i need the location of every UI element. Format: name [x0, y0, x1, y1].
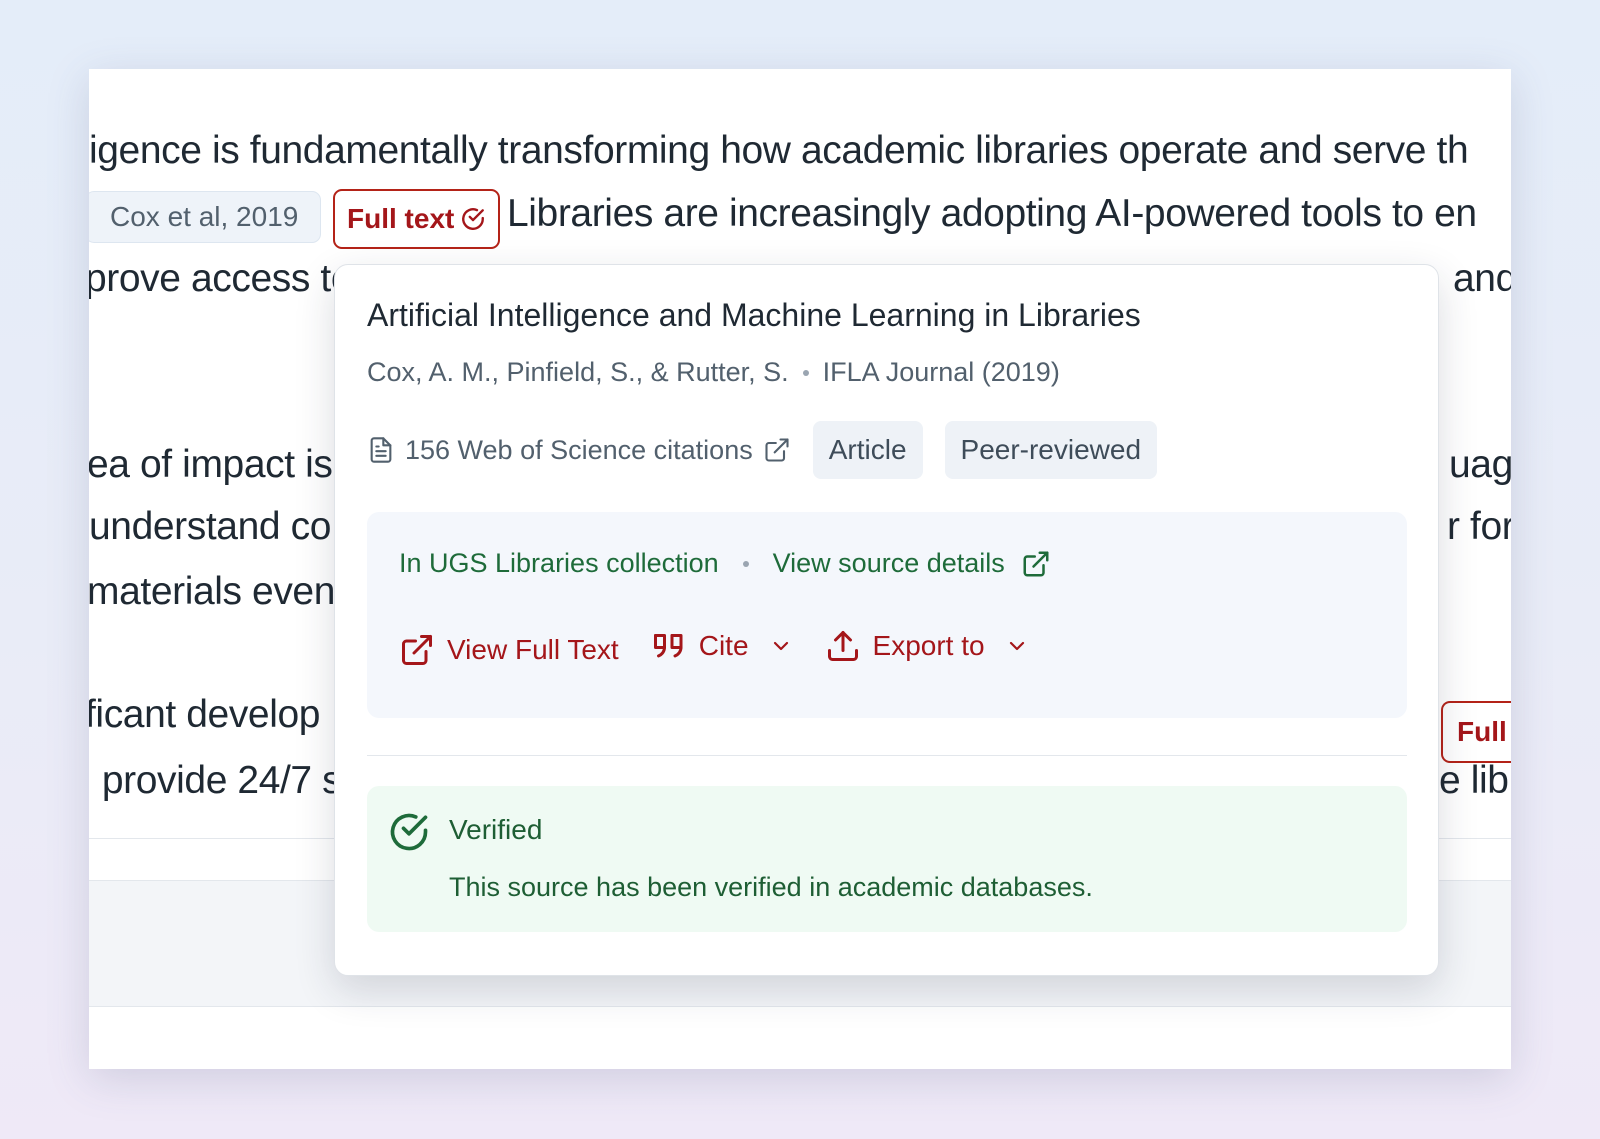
external-link-icon: [399, 632, 435, 668]
body-line-6: materials even: [89, 570, 336, 613]
verified-title: Verified: [449, 814, 543, 845]
action-bar: View Full Text Cite Export to: [399, 624, 1061, 668]
source-meta: 156 Web of Science citations Article Pee…: [367, 421, 1179, 479]
citations-link[interactable]: 156 Web of Science citations: [367, 435, 791, 466]
check-circle-icon: [460, 206, 486, 232]
body-line-1: igence is fundamentally transforming how…: [89, 129, 1469, 172]
document-icon: [367, 435, 395, 465]
export-button[interactable]: Export to: [825, 628, 1029, 664]
quote-icon: [651, 628, 687, 664]
citations-count: 156 Web of Science citations: [405, 434, 753, 465]
external-link-icon: [763, 436, 791, 464]
external-link-icon: [1021, 549, 1051, 579]
view-full-text-label: View Full Text: [447, 634, 619, 665]
separator-dot: [742, 560, 749, 567]
verified-panel: Verified This source has been verified i…: [367, 786, 1407, 932]
body-line-7: ficant develop: [89, 693, 321, 736]
verified-description: This source has been verified in academi…: [449, 872, 1093, 902]
body-line-3-end: and: [1453, 257, 1511, 300]
tag-article: Article: [812, 421, 923, 479]
chevron-down-icon: [769, 634, 793, 658]
export-label: Export to: [872, 630, 985, 661]
collection-status: In UGS Libraries collection: [399, 548, 719, 578]
view-source-details-link[interactable]: View source details: [773, 548, 1051, 579]
body-line-4: ea of impact is: [89, 443, 333, 486]
body-line-8: . provide 24/7 s: [89, 759, 342, 802]
body-line-8-end: e lib: [1439, 759, 1509, 802]
cite-label: Cite: [698, 630, 749, 661]
source-journal: IFLA Journal (2019): [822, 357, 1060, 387]
view-full-text-button[interactable]: View Full Text: [399, 632, 619, 668]
source-popover: Artificial Intelligence and Machine Lear…: [334, 264, 1439, 976]
body-line-3: prove access to: [89, 257, 353, 300]
library-row: In UGS Libraries collection View source …: [399, 548, 1051, 579]
library-panel: In UGS Libraries collection View source …: [367, 512, 1407, 718]
body-line-2: Libraries are increasingly adopting AI-p…: [507, 192, 1477, 235]
separator-dot: [802, 369, 809, 376]
cite-button[interactable]: Cite: [651, 628, 793, 664]
tag-peer-reviewed: Peer-reviewed: [944, 421, 1158, 479]
chevron-down-icon: [1005, 634, 1029, 658]
fulltext-chip-label: Full text: [347, 203, 455, 234]
source-title: Artificial Intelligence and Machine Lear…: [367, 297, 1141, 333]
divider: [89, 1006, 1511, 1007]
fulltext-chip[interactable]: Full text: [333, 189, 501, 249]
upload-icon: [825, 628, 861, 664]
source-authors: Cox, A. M., Pinfield, S., & Rutter, S.: [367, 357, 789, 387]
body-line-4-end: uage: [1449, 443, 1511, 486]
body-line-5: understand co: [89, 505, 331, 548]
fulltext-chip-2[interactable]: Full t: [1441, 701, 1511, 763]
citation-chip[interactable]: Cox et al, 2019: [89, 191, 322, 243]
divider: [367, 755, 1407, 756]
view-source-details-label: View source details: [772, 548, 1005, 578]
body-line-5-end: r for: [1447, 505, 1511, 548]
source-byline: Cox, A. M., Pinfield, S., & Rutter, S. I…: [367, 357, 1060, 388]
check-circle-icon: [387, 810, 431, 854]
